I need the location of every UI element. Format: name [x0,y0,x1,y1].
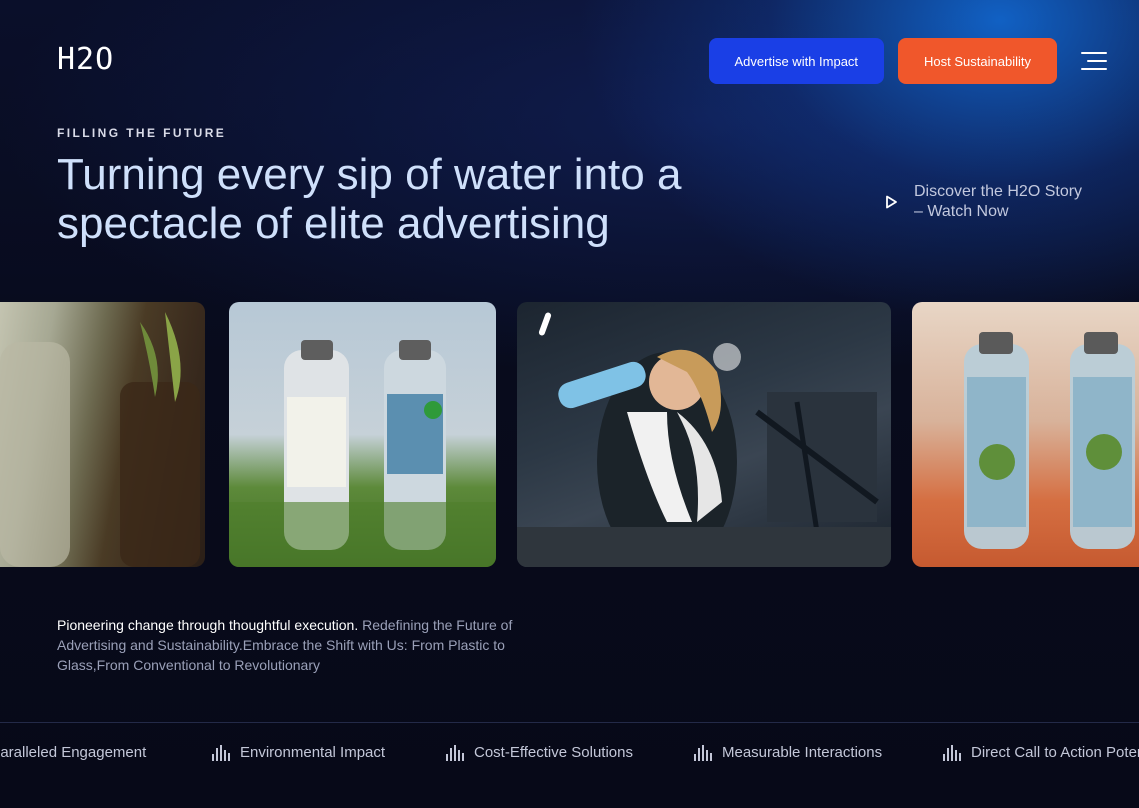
bar-chart-icon [446,744,464,761]
bottles-grass-image [229,340,496,567]
gallery-card-orange[interactable] [912,302,1139,567]
play-icon [886,195,897,209]
woman-drinking-gym-image [517,312,891,567]
gallery-card-bottles-grass[interactable] [229,302,496,567]
header-actions: Advertise with Impact Host Sustainabilit… [708,38,1107,84]
ticker-label: Measurable Interactions [722,744,883,761]
ticker-item: paralleled Engagement [0,744,146,761]
logo-text: H2O [57,41,115,77]
ticker-label: Cost-Effective Solutions [474,744,633,761]
ticker-item: Direct Call to Action Poter [943,744,1139,761]
ticker-item: Environmental Impact [212,744,385,761]
hero-eyebrow: FILLING THE FUTURE [57,126,227,140]
gallery-card-gym[interactable] [517,302,891,567]
bar-chart-icon [212,744,230,761]
section-divider [0,722,1139,723]
hamburger-menu-icon[interactable] [1077,49,1107,73]
ticker-item: Measurable Interactions [694,744,882,761]
gallery-card-water-bottle[interactable] [0,302,205,567]
feature-ticker: paralleled Engagement Environmental Impa… [0,744,1139,766]
intro-description: Pioneering change through thoughtful exe… [57,615,557,675]
intro-lead: Pioneering change through thoughtful exe… [57,617,359,633]
host-sustainability-button[interactable]: Host Sustainability [898,38,1057,84]
hero-headline: Turning every sip of water into a specta… [57,150,682,248]
watch-story-label: Discover the H2O Story – Watch Now [914,183,1083,220]
watch-story-link[interactable]: Discover the H2O Story – Watch Now [884,182,1094,222]
bar-chart-icon [694,744,712,761]
bottles-orange-image [964,332,1135,549]
ticker-item: Cost-Effective Solutions [446,744,633,761]
ticker-label: Direct Call to Action Poter [971,744,1139,761]
ticker-label: Environmental Impact [240,744,386,761]
bottle-closeup-image [0,312,200,567]
image-gallery [0,302,1139,568]
brand-logo[interactable]: H2O [57,41,115,77]
bar-chart-icon [943,744,961,761]
advertise-button[interactable]: Advertise with Impact [708,38,885,84]
ticker-label: paralleled Engagement [0,744,147,761]
